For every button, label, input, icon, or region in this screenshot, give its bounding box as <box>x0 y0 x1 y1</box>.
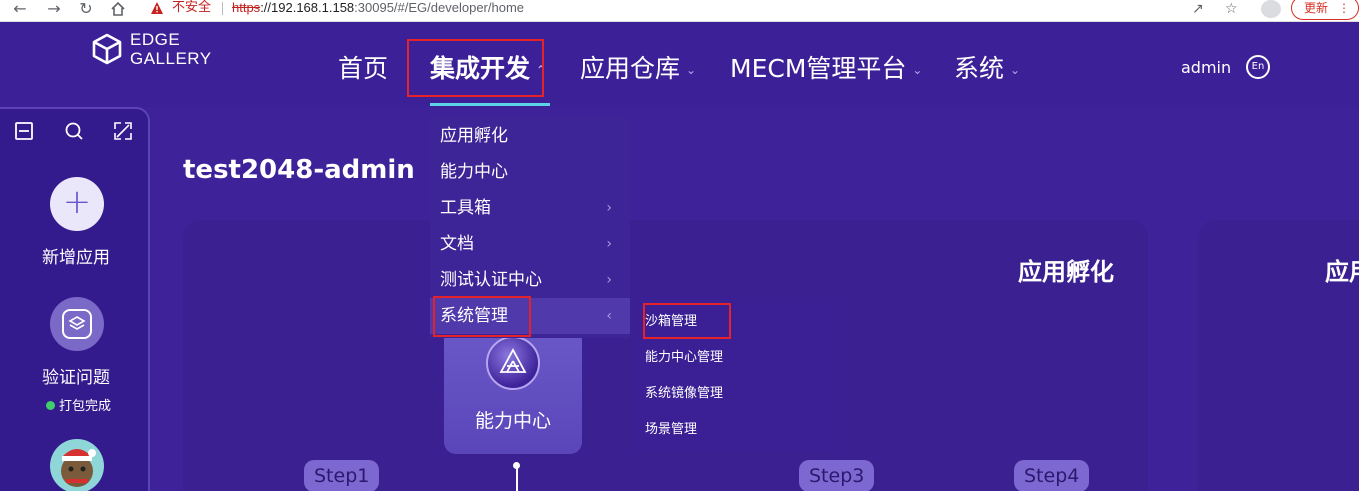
step-3-badge: Step3 <box>799 460 875 491</box>
chevron-down-icon: ⌄ <box>686 63 697 77</box>
bookmark-star-icon[interactable]: ☆ <box>1225 0 1238 18</box>
next-card-title: 应用 <box>1325 258 1359 286</box>
nav-system-label: 系统 <box>954 54 1005 83</box>
menu-item-test-certification[interactable]: 测试认证中心 › <box>440 262 630 298</box>
security-label[interactable]: 不安全 <box>172 0 211 16</box>
avatar[interactable] <box>50 439 104 491</box>
step-1-badge: Step1 <box>304 460 380 491</box>
logo-line2: GALLERY <box>130 49 212 68</box>
menu-item-label: 工具箱 <box>440 198 491 218</box>
page-title: test2048-admin <box>183 155 415 185</box>
share-icon[interactable]: ↗ <box>1192 0 1204 18</box>
layers-icon <box>62 309 92 339</box>
nav-home-label: 首页 <box>338 54 389 83</box>
add-app-button[interactable]: + <box>50 177 104 231</box>
verify-label[interactable]: 验证问题 <box>0 363 152 388</box>
highlight-box-system-management <box>433 296 531 337</box>
reload-icon[interactable]: ↻ <box>76 0 96 20</box>
step-connector-dot <box>513 462 520 469</box>
update-button[interactable]: 更新 ⋮ <box>1291 0 1359 20</box>
verify-button[interactable] <box>50 297 104 351</box>
language-toggle[interactable]: En <box>1246 55 1270 79</box>
nav-system[interactable]: 系统 ⌄ <box>954 52 1020 86</box>
menu-item-label: 应用孵化 <box>440 126 508 146</box>
nav-app-store[interactable]: 应用仓库 ⌄ <box>580 52 696 86</box>
more-menu-icon[interactable]: ⋮ <box>1338 0 1350 19</box>
nav-app-store-label: 应用仓库 <box>580 54 681 83</box>
nav-active-indicator <box>430 103 550 106</box>
nav-mecm-label: MECM管理平台 <box>730 54 907 83</box>
url-separator <box>222 2 223 15</box>
address-bar[interactable]: https://192.168.1.158:30095/#/EG/develop… <box>232 0 524 16</box>
chevron-right-icon: › <box>606 272 612 288</box>
nav-home[interactable]: 首页 <box>338 52 388 86</box>
url-protocol: https <box>232 0 261 15</box>
submenu-item-system-image-mgmt[interactable]: 系统镜像管理 <box>645 385 723 403</box>
status-dot <box>46 401 55 410</box>
menu-item-label: 文档 <box>440 234 474 254</box>
search-icon[interactable] <box>64 121 84 141</box>
highlight-box-sandbox <box>643 303 731 339</box>
side-panel: + 新增应用 验证问题 打包完成 <box>0 107 150 491</box>
url-path: :30095/#/EG/developer/home <box>354 0 525 15</box>
highlight-box-nav <box>407 39 544 97</box>
logo-text: EDGE GALLERY <box>130 30 212 68</box>
back-icon[interactable]: ← <box>10 0 30 20</box>
edgegallery-logo[interactable]: EDGE GALLERY <box>90 30 220 70</box>
capability-center-label: 能力中心 <box>474 410 551 432</box>
capability-center-card[interactable]: 能力中心 <box>444 328 582 454</box>
submenu-item-capability-center-mgmt[interactable]: 能力中心管理 <box>645 349 723 367</box>
add-app-label[interactable]: 新增应用 <box>0 243 152 268</box>
chevron-right-icon: › <box>606 200 612 216</box>
menu-item-label: 测试认证中心 <box>440 270 542 290</box>
menu-item-label: 能力中心 <box>440 162 508 182</box>
menu-item-app-incubation[interactable]: 应用孵化 <box>440 118 630 154</box>
chevron-right-icon: › <box>606 236 612 252</box>
fullscreen-icon[interactable] <box>113 121 133 141</box>
collapse-icon[interactable] <box>14 121 34 141</box>
step-connector <box>516 466 518 491</box>
submenu-item-scenario-mgmt[interactable]: 场景管理 <box>645 421 697 439</box>
menu-item-toolbox[interactable]: 工具箱 › <box>440 190 630 226</box>
home-icon[interactable] <box>108 0 128 20</box>
chevron-down-icon: ⌄ <box>1010 63 1021 77</box>
logo-line1: EDGE <box>130 30 181 49</box>
url-host: ://192.168.1.158 <box>260 0 355 15</box>
status-badge: 打包完成 <box>46 395 111 414</box>
update-label: 更新 <box>1304 1 1329 15</box>
menu-item-docs[interactable]: 文档 › <box>440 226 630 262</box>
profile-avatar-icon[interactable] <box>1261 0 1281 18</box>
chevron-down-icon: ⌄ <box>912 63 923 77</box>
cube-logo-icon <box>92 33 122 65</box>
capability-center-icon <box>486 336 540 390</box>
status-label: 打包完成 <box>59 399 112 414</box>
menu-item-capability-center[interactable]: 能力中心 <box>440 154 630 190</box>
browser-toolbar: ← → ↻ 不安全 https://192.168.1.158:30095/#/… <box>0 0 1359 22</box>
user-name[interactable]: admin <box>1181 58 1231 78</box>
nav-mecm[interactable]: MECM管理平台 ⌄ <box>730 52 922 86</box>
step-4-badge: Step4 <box>1014 460 1090 491</box>
app-incubation-title: 应用孵化 <box>1018 258 1114 286</box>
forward-icon[interactable]: → <box>44 0 64 20</box>
chevron-left-icon: ‹ <box>606 308 612 324</box>
warning-icon[interactable] <box>150 1 164 15</box>
